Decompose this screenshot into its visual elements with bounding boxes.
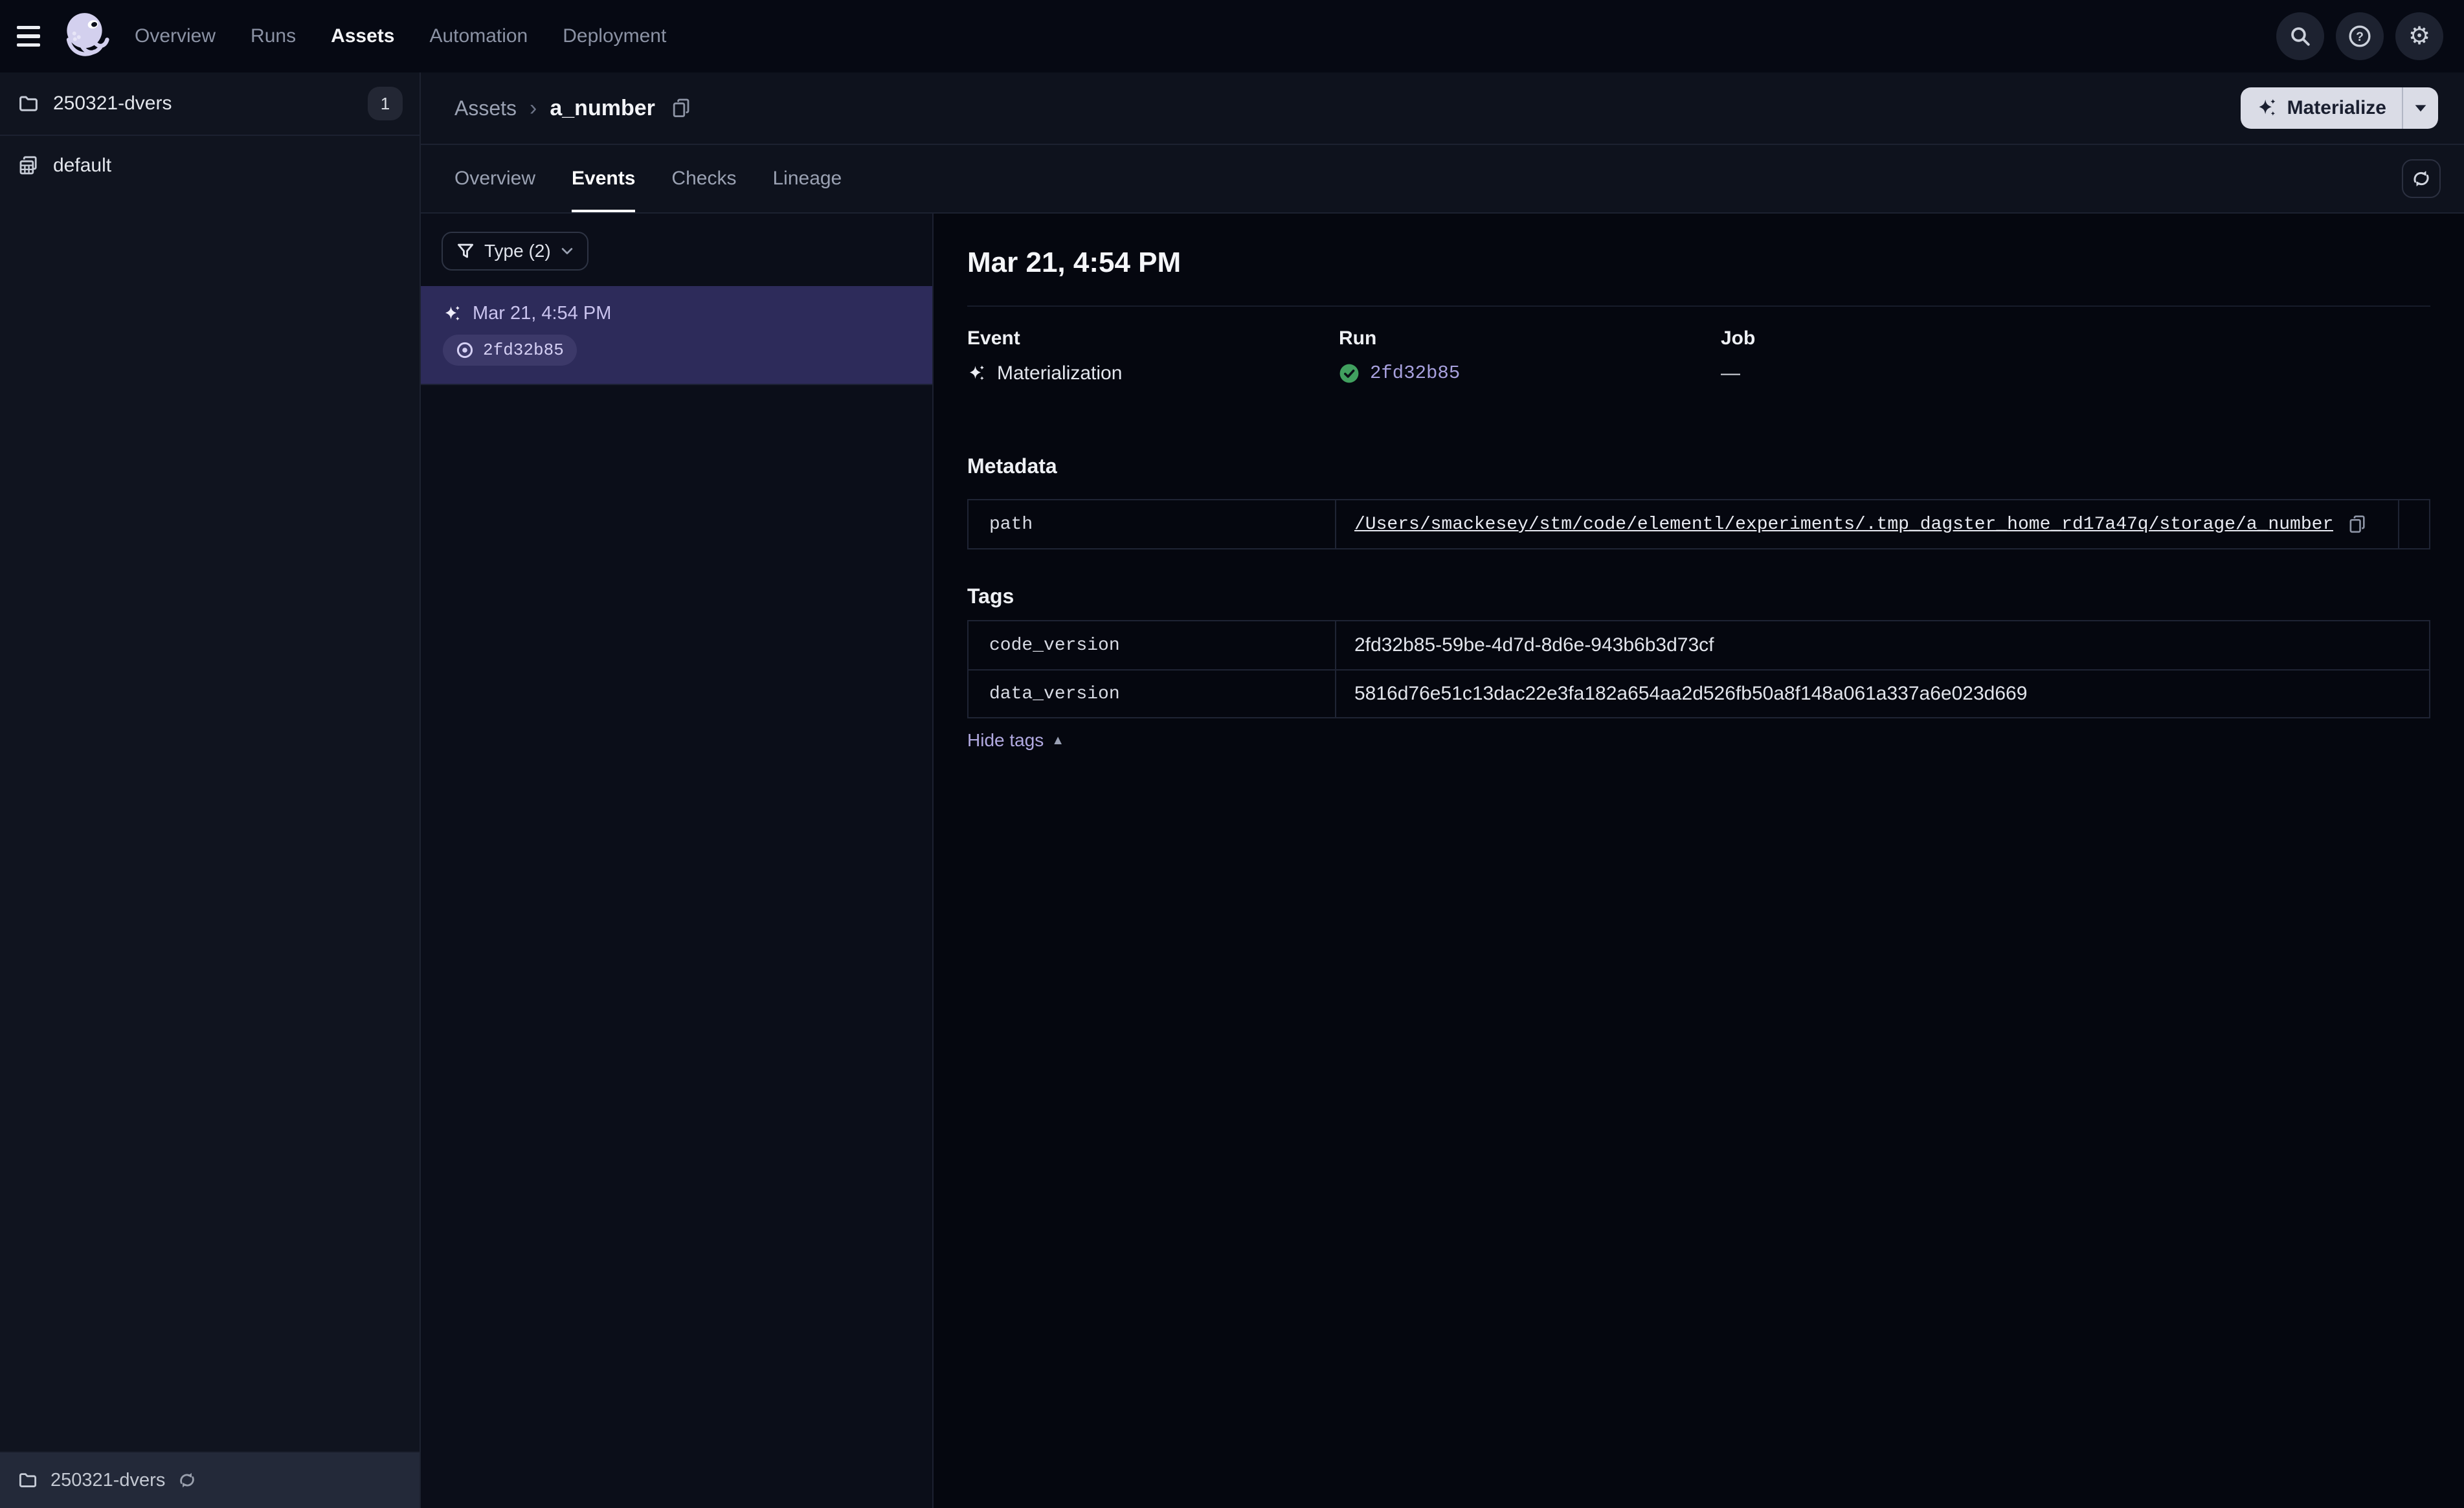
metadata-section: Metadata path /Users/smackesey/stm/code/… <box>967 454 2430 549</box>
events-list-panel: Type (2) Mar 21, 4:54 PM 2fd32b85 <box>421 214 934 1508</box>
filter-label: Type (2) <box>484 241 551 261</box>
job-column-header: Job <box>1721 327 1756 349</box>
menu-button[interactable] <box>0 0 57 72</box>
event-type-value: Materialization <box>997 362 1123 384</box>
caret-down-icon <box>2415 105 2426 112</box>
sidebar-item-label: default <box>53 155 112 176</box>
hide-tags-link[interactable]: Hide tags ▲ <box>967 730 1064 751</box>
sidebar-group-count-badge: 1 <box>368 87 403 120</box>
gear-icon: ⚙ <box>2408 23 2431 50</box>
event-run-id: 2fd32b85 <box>483 340 564 360</box>
sidebar-item-group[interactable]: 250321-dvers 1 <box>0 72 420 136</box>
divider <box>967 305 2430 307</box>
copy-path-icon[interactable] <box>2347 515 2367 534</box>
funnel-icon <box>458 243 473 258</box>
asset-group-icon <box>19 156 37 175</box>
run-success-icon <box>1339 364 1359 383</box>
materialize-dropdown-button[interactable] <box>2403 87 2438 129</box>
tab-lineage[interactable]: Lineage <box>772 145 842 212</box>
top-nav-links: Overview Runs Assets Automation Deployme… <box>135 25 666 47</box>
dagster-app: Overview Runs Assets Automation Deployme… <box>0 0 2464 1508</box>
folder-icon <box>19 96 38 111</box>
help-button[interactable]: ? <box>2336 12 2384 60</box>
page-title: a_number <box>550 95 655 120</box>
copy-asset-name-icon[interactable] <box>671 98 691 118</box>
event-detail-heading: Mar 21, 4:54 PM <box>967 247 1182 278</box>
run-id-link[interactable]: 2fd32b85 <box>1370 362 1460 384</box>
reload-location-icon[interactable] <box>178 1471 196 1489</box>
search-button[interactable] <box>2276 12 2324 60</box>
tags-section: Tags code_version 2fd32b85-59be-4d7d-8d6… <box>967 584 2430 751</box>
table-gutter <box>2398 500 2429 548</box>
event-detail-panel: Mar 21, 4:54 PM Event Materialization Ru… <box>934 214 2464 1508</box>
metadata-key: path <box>969 500 1336 548</box>
asset-tabs-bar: Overview Events Checks Lineage <box>421 145 2464 214</box>
job-value: — <box>1721 362 1740 384</box>
refresh-button[interactable] <box>2402 159 2441 198</box>
tab-checks[interactable]: Checks <box>671 145 736 212</box>
tab-events[interactable]: Events <box>572 145 636 212</box>
metadata-path-link[interactable]: /Users/smackesey/stm/code/elementl/exper… <box>1354 515 2333 535</box>
nav-item-automation[interactable]: Automation <box>429 25 528 47</box>
event-timestamp: Mar 21, 4:54 PM <box>473 303 612 324</box>
code-location-footer[interactable]: 250321-dvers <box>0 1451 420 1508</box>
caret-down-icon <box>561 248 572 254</box>
search-icon <box>2291 27 2310 46</box>
asset-header: Assets › a_number Materialize <box>421 72 2464 145</box>
sparkle-icon <box>2259 98 2276 116</box>
sidebar-group-label: 250321-dvers <box>53 93 172 114</box>
nav-item-deployment[interactable]: Deployment <box>563 25 666 47</box>
hamburger-icon <box>17 26 40 47</box>
sidebar-item-default[interactable]: default <box>0 136 420 195</box>
refresh-icon <box>2414 171 2429 186</box>
top-nav-actions: ? ⚙ <box>2276 12 2443 60</box>
dagster-logo-icon[interactable] <box>57 0 117 72</box>
table-row: code_version 2fd32b85-59be-4d7d-8d6e-943… <box>969 621 2429 669</box>
event-column-header: Event <box>967 327 1020 349</box>
event-run-chip[interactable]: 2fd32b85 <box>443 335 577 366</box>
event-summary-grid: Event Materialization Run 2fd32b85 Job — <box>967 327 2430 384</box>
tags-table: code_version 2fd32b85-59be-4d7d-8d6e-943… <box>967 620 2430 718</box>
materialize-split-button: Materialize <box>2240 87 2438 129</box>
circle-dot-icon <box>456 342 473 359</box>
nav-item-runs[interactable]: Runs <box>251 25 296 47</box>
top-nav: Overview Runs Assets Automation Deployme… <box>0 0 2464 72</box>
run-column-header: Run <box>1339 327 1377 349</box>
nav-item-assets[interactable]: Assets <box>331 25 394 47</box>
chevron-right-icon: › <box>530 95 537 120</box>
asset-groups-sidebar: 250321-dvers 1 default 250321-dvers <box>0 72 421 1508</box>
materialization-sparkle-icon <box>970 365 984 381</box>
metadata-table: path /Users/smackesey/stm/code/elementl/… <box>967 499 2430 549</box>
tag-key: data_version <box>969 671 1336 717</box>
nav-item-overview[interactable]: Overview <box>135 25 216 47</box>
materialization-sparkle-icon <box>445 305 460 320</box>
metadata-heading: Metadata <box>967 454 1057 478</box>
svg-text:?: ? <box>2356 30 2364 44</box>
table-row: data_version 5816d76e51c13dac22e3fa182a6… <box>969 669 2429 717</box>
event-type-filter-button[interactable]: Type (2) <box>442 232 588 271</box>
materialize-label: Materialize <box>2287 97 2386 118</box>
folder-icon <box>19 1473 37 1487</box>
materialize-button[interactable]: Materialize <box>2241 87 2402 129</box>
tab-overview[interactable]: Overview <box>454 145 535 212</box>
tag-value: 2fd32b85-59be-4d7d-8d6e-943b6b3d73cf <box>1354 634 1714 656</box>
code-location-label: 250321-dvers <box>50 1469 166 1491</box>
settings-button[interactable]: ⚙ <box>2395 12 2443 60</box>
help-icon: ? <box>2349 25 2371 47</box>
hide-tags-label: Hide tags <box>967 730 1044 750</box>
tags-heading: Tags <box>967 584 1014 608</box>
event-list-item-selected[interactable]: Mar 21, 4:54 PM 2fd32b85 <box>421 286 932 385</box>
breadcrumb-assets-link[interactable]: Assets <box>454 96 517 120</box>
caret-up-icon: ▲ <box>1051 733 1065 748</box>
table-row: path /Users/smackesey/stm/code/elementl/… <box>969 500 2429 548</box>
tag-value: 5816d76e51c13dac22e3fa182a654aa2d526fb50… <box>1354 683 2028 704</box>
breadcrumb: Assets › a_number <box>454 96 691 121</box>
tag-key: code_version <box>969 621 1336 669</box>
